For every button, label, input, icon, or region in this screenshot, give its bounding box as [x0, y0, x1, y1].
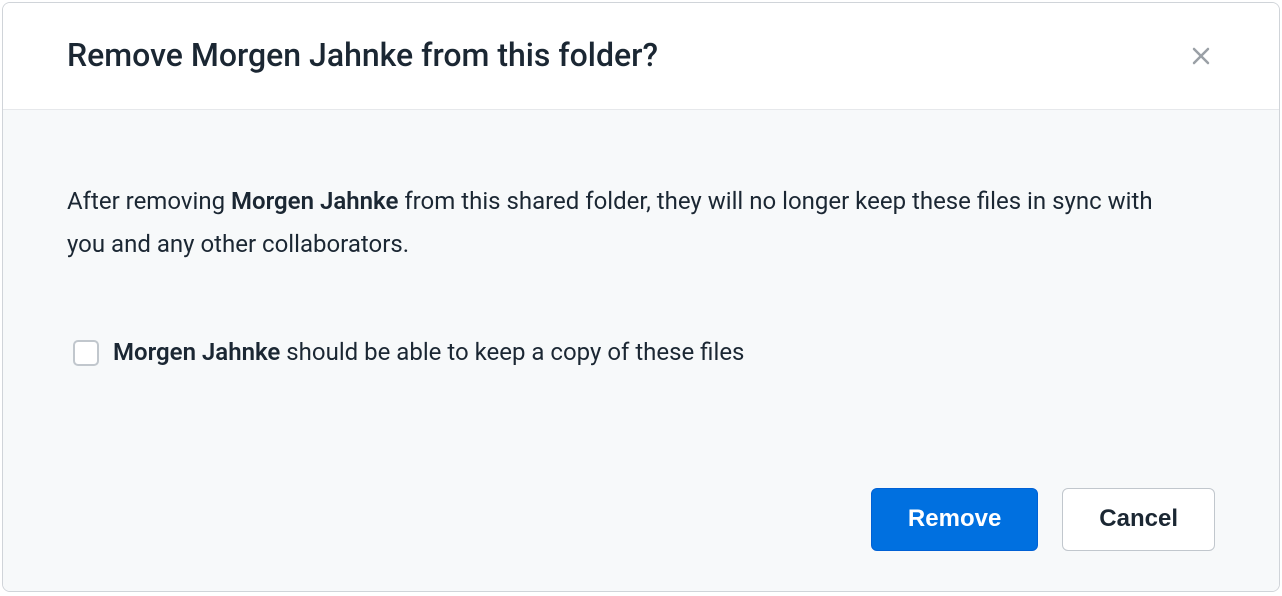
dialog-body: After removing Morgen Jahnke from this s…: [3, 110, 1279, 591]
description-user-name: Morgen Jahnke: [231, 187, 398, 215]
description-prefix: After removing: [67, 187, 231, 215]
keep-copy-option[interactable]: Morgen Jahnke should be able to keep a c…: [67, 336, 1215, 370]
close-button[interactable]: [1183, 38, 1219, 74]
checkbox-label: Morgen Jahnke should be able to keep a c…: [113, 336, 744, 370]
cancel-button[interactable]: Cancel: [1062, 488, 1215, 551]
remove-button[interactable]: Remove: [871, 488, 1038, 551]
close-icon: [1189, 44, 1213, 68]
dialog-description: After removing Morgen Jahnke from this s…: [67, 180, 1167, 266]
checkbox-suffix: should be able to keep a copy of these f…: [280, 338, 744, 366]
dialog-footer: Remove Cancel: [67, 448, 1215, 551]
checkbox-user-name: Morgen Jahnke: [113, 338, 280, 366]
remove-collaborator-dialog: Remove Morgen Jahnke from this folder? A…: [2, 2, 1280, 592]
dialog-title: Remove Morgen Jahnke from this folder?: [67, 35, 658, 77]
dialog-header: Remove Morgen Jahnke from this folder?: [3, 3, 1279, 110]
keep-copy-checkbox[interactable]: [73, 340, 99, 366]
